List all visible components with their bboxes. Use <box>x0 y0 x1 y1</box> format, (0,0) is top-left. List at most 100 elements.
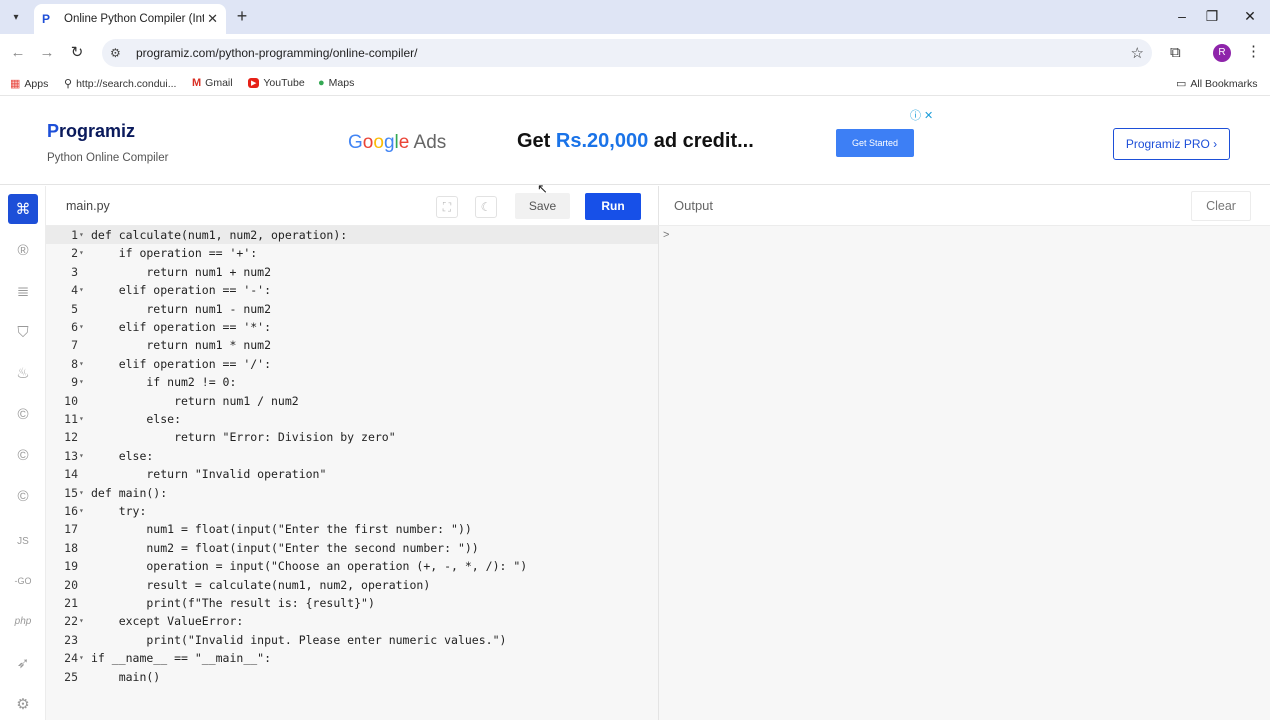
programiz-logo[interactable]: Programiz <box>47 121 135 142</box>
csharp-icon[interactable]: © <box>8 481 38 511</box>
c-icon[interactable]: © <box>8 399 38 429</box>
ad-headline[interactable]: Get Rs.20,000 ad credit... <box>517 130 754 153</box>
code-line[interactable]: 7 return num1 * num2 <box>46 336 658 354</box>
fullscreen-icon[interactable]: ⛶ <box>436 196 458 218</box>
fold-toggle-icon[interactable]: ▾ <box>79 410 87 428</box>
close-window-icon[interactable]: ✕ <box>1240 8 1260 25</box>
r-icon[interactable]: ® <box>8 235 38 265</box>
page-subtitle: Python Online Compiler <box>47 152 169 164</box>
run-button[interactable]: Run <box>585 193 641 220</box>
ad-word: Ads <box>409 132 447 153</box>
code-line[interactable]: 14 return "Invalid operation" <box>46 465 658 483</box>
code-line[interactable]: 13 ▾ else: <box>46 447 658 465</box>
bookmark-youtube[interactable]: ▶ YouTube <box>248 77 305 89</box>
fold-toggle-icon[interactable]: ▾ <box>79 281 87 299</box>
code-text: return "Error: Division by zero" <box>91 430 396 445</box>
bookmark-search[interactable]: ⚲ http://search.condui... <box>64 77 176 91</box>
code-line[interactable]: 25 main() <box>46 668 658 686</box>
python-icon[interactable]: ⌘ <box>8 194 38 224</box>
fold-toggle-icon[interactable]: ▾ <box>79 226 87 244</box>
code-line[interactable]: 17 num1 = float(input("Enter the first n… <box>46 520 658 538</box>
code-editor[interactable]: 1 ▾ def calculate(num1, num2, operation): 2… <box>46 226 658 720</box>
code-text: elif operation == '*': <box>91 320 272 334</box>
minimize-icon[interactable]: – <box>1172 8 1192 24</box>
file-tab[interactable]: main.py <box>66 199 110 213</box>
code-line[interactable]: 1 ▾ def calculate(num1, num2, operation): <box>46 226 658 245</box>
code-line[interactable]: 3 return num1 + num2 <box>46 263 658 281</box>
fold-toggle-icon[interactable]: ▾ <box>79 649 87 667</box>
profile-avatar[interactable]: R <box>1213 44 1231 62</box>
code-line[interactable]: 12 return "Error: Division by zero" <box>46 428 658 446</box>
code-line[interactable]: 19 operation = input("Choose an operatio… <box>46 557 658 575</box>
bookmark-gmail[interactable]: M Gmail <box>192 77 233 89</box>
code-line[interactable]: 20 result = calculate(num1, num2, operat… <box>46 576 658 594</box>
fold-toggle-icon[interactable]: ▾ <box>79 318 87 336</box>
code-line[interactable]: 21 print(f"The result is: {result}") <box>46 594 658 612</box>
code-line[interactable]: 23 print("Invalid input. Please enter nu… <box>46 631 658 649</box>
reload-icon[interactable]: ↻ <box>67 43 87 63</box>
ad-choices-icon[interactable]: ⓘ ✕ <box>910 107 933 123</box>
fold-toggle-icon[interactable]: ▾ <box>79 447 87 465</box>
ad-headline-amount: Rs.20,000 <box>555 130 649 152</box>
code-text: main() <box>91 669 161 684</box>
fold-toggle-icon[interactable]: ▾ <box>79 244 87 262</box>
extensions-icon[interactable]: ⧉ <box>1170 44 1181 61</box>
php-icon[interactable]: php <box>8 606 38 636</box>
fold-toggle-icon[interactable]: ▾ <box>79 502 87 520</box>
browser-tab[interactable]: P Online Python Compiler (Interp ✕ <box>34 4 226 34</box>
html-icon[interactable]: ⛉ <box>8 317 38 347</box>
all-bookmarks-label: All Bookmarks <box>1190 77 1258 90</box>
code-line[interactable]: 11 ▾ else: <box>46 410 658 428</box>
go-icon[interactable]: -GO <box>8 566 38 596</box>
sql-icon[interactable]: ≣ <box>8 276 38 306</box>
cpp-icon[interactable]: © <box>8 440 38 470</box>
url-text[interactable]: programiz.com/python-programming/online-… <box>136 46 417 60</box>
fold-toggle-icon[interactable]: ▾ <box>79 355 87 373</box>
code-text: return num1 * num2 <box>91 338 272 353</box>
output-console[interactable]: > <box>658 226 1270 720</box>
all-bookmarks[interactable]: ▭ All Bookmarks <box>1176 77 1258 91</box>
site-info-icon[interactable]: ⚙ <box>110 46 130 60</box>
code-line[interactable]: 2 ▾ if operation == '+': <box>46 244 658 262</box>
code-line[interactable]: 8 ▾ elif operation == '/': <box>46 355 658 373</box>
code-line[interactable]: 10 return num1 / num2 <box>46 392 658 410</box>
folder-icon: ▭ <box>1176 78 1187 90</box>
code-text: else: <box>91 448 154 463</box>
browser-menu-icon[interactable]: ⋮ <box>1246 42 1261 60</box>
fold-toggle-icon[interactable]: ▾ <box>79 484 87 502</box>
ad-get-started-button[interactable]: Get Started <box>836 129 914 157</box>
fold-toggle-icon[interactable]: ▾ <box>79 373 87 391</box>
restore-icon[interactable]: ❐ <box>1202 8 1222 25</box>
new-tab-icon[interactable]: + <box>232 6 252 26</box>
code-line[interactable]: 22 ▾ except ValueError: <box>46 612 658 630</box>
dark-mode-icon[interactable]: ☾ <box>475 196 497 218</box>
code-line[interactable]: 5 return num1 - num2 <box>46 300 658 318</box>
code-line[interactable]: 15 ▾ def main(): <box>46 484 658 502</box>
google-ads-banner[interactable]: Google Ads <box>348 132 446 154</box>
tab-search-icon[interactable]: ▾ <box>6 7 26 27</box>
back-icon[interactable]: ← <box>8 43 28 63</box>
code-line[interactable]: 18 num2 = float(input("Enter the second … <box>46 539 658 557</box>
close-tab-icon[interactable]: ✕ <box>207 11 218 27</box>
code-text: num1 = float(input("Enter the first numb… <box>91 522 472 537</box>
java-icon[interactable]: ♨ <box>8 358 38 388</box>
code-text: print(f"The result is: {result}") <box>91 596 375 610</box>
editor-toolbar: main.py ⛶ ☾ Save Run <box>46 186 658 226</box>
js-icon[interactable]: JS <box>8 526 38 556</box>
code-line[interactable]: 24 ▾ if __name__ == "__main__": <box>46 649 658 667</box>
code-line[interactable]: 4 ▾ elif operation == '-': <box>46 281 658 299</box>
clear-button[interactable]: Clear <box>1191 191 1251 221</box>
code-line[interactable]: 16 ▾ try: <box>46 502 658 520</box>
programiz-pro-button[interactable]: Programiz PRO › <box>1113 128 1230 160</box>
maps-pin-icon: ● <box>318 77 325 89</box>
bookmark-star-icon[interactable]: ☆ <box>1131 44 1144 62</box>
swift-icon[interactable]: ➶ <box>8 648 38 678</box>
fold-toggle-icon[interactable]: ▾ <box>79 612 87 630</box>
url-bar[interactable]: ⚙ programiz.com/python-programming/onlin… <box>102 39 1152 67</box>
code-line[interactable]: 9 ▾ if num2 != 0: <box>46 373 658 391</box>
bookmark-apps[interactable]: ▦ Apps <box>10 77 48 91</box>
code-line[interactable]: 6 ▾ elif operation == '*': <box>46 318 658 336</box>
rust-icon[interactable]: ⚙ <box>8 689 38 719</box>
forward-icon[interactable]: → <box>37 43 57 63</box>
bookmark-maps[interactable]: ● Maps <box>318 77 354 89</box>
